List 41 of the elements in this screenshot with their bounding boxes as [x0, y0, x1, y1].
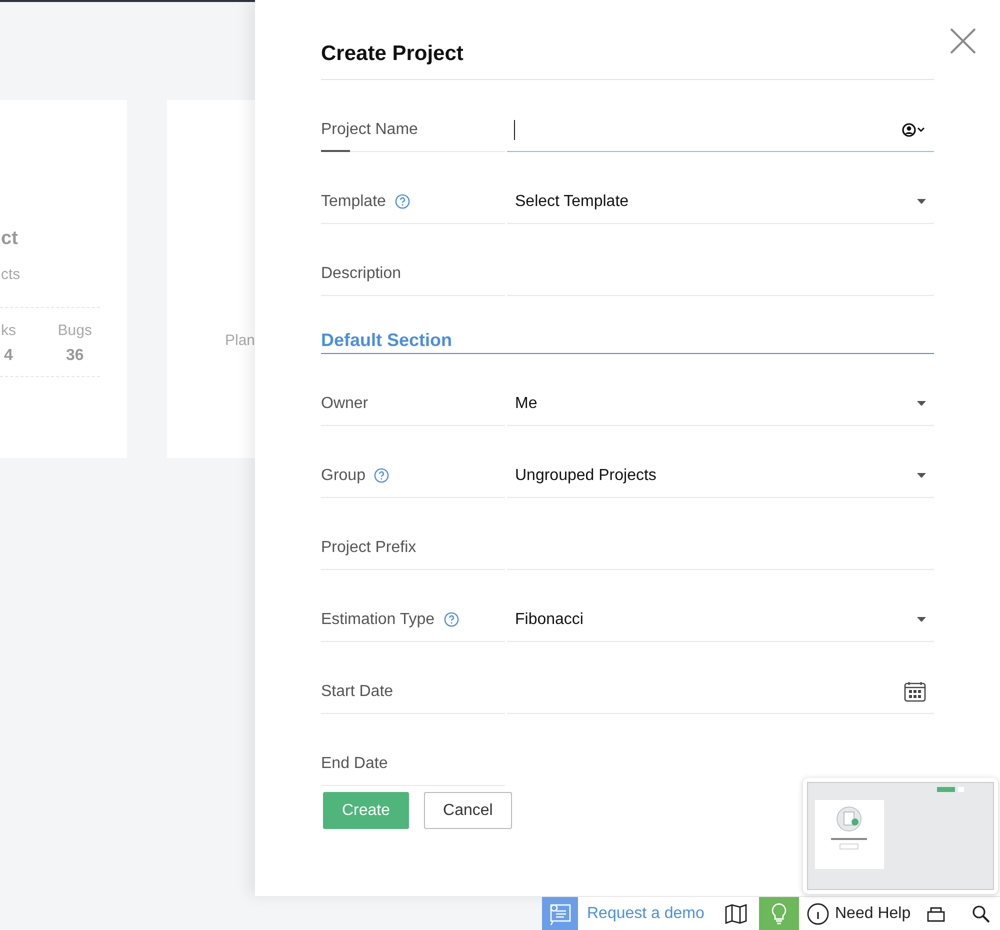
select-dropdown[interactable]: Fibonacci [507, 598, 934, 642]
field-label: Owner [321, 394, 368, 412]
user-icon[interactable] [902, 122, 926, 136]
field-label: Project Prefix [321, 538, 416, 556]
field-label: Estimation Type [321, 610, 435, 628]
help-icon[interactable] [394, 194, 410, 209]
caret-icon [917, 401, 926, 406]
field-label: Description [321, 264, 402, 282]
lightbulb-icon [771, 903, 787, 925]
map-icon[interactable] [725, 904, 747, 924]
caret-icon [917, 199, 926, 204]
select-dropdown[interactable]: Ungrouped Projects [507, 454, 934, 498]
chat-icon[interactable] [542, 897, 578, 930]
field-label: Project Name [321, 120, 418, 138]
select-dropdown[interactable]: Me [507, 382, 934, 426]
idea-button[interactable] [759, 897, 799, 930]
field-label: End Date [321, 754, 388, 772]
close-icon[interactable] [950, 28, 976, 54]
field-label: Start Date [321, 682, 394, 700]
tray-icon[interactable] [927, 906, 945, 922]
search-icon[interactable] [972, 905, 990, 923]
card-subtitle: cts [1, 266, 20, 283]
info-icon[interactable] [807, 903, 829, 925]
stat-label: Bugs [58, 322, 92, 339]
need-help-link[interactable]: Need Help [835, 905, 911, 923]
card-title: ct [1, 228, 18, 250]
stat-label: ks [1, 322, 16, 339]
section-heading: Default Section [321, 330, 934, 354]
stat-value: 36 [66, 347, 84, 365]
panel-title: Create Project [321, 0, 934, 80]
caret-icon [917, 473, 926, 478]
card-text: Plan [225, 332, 256, 349]
stat-value: 4 [4, 347, 13, 365]
select-dropdown[interactable]: Select Template [507, 180, 934, 224]
field-label: Group [321, 466, 366, 484]
cancel-button[interactable]: Cancel [424, 792, 512, 829]
field-label: Template [321, 192, 386, 210]
help-icon[interactable] [444, 612, 459, 627]
caret-icon [917, 617, 926, 622]
help-icon[interactable] [374, 468, 390, 483]
calendar-icon[interactable] [904, 681, 926, 702]
